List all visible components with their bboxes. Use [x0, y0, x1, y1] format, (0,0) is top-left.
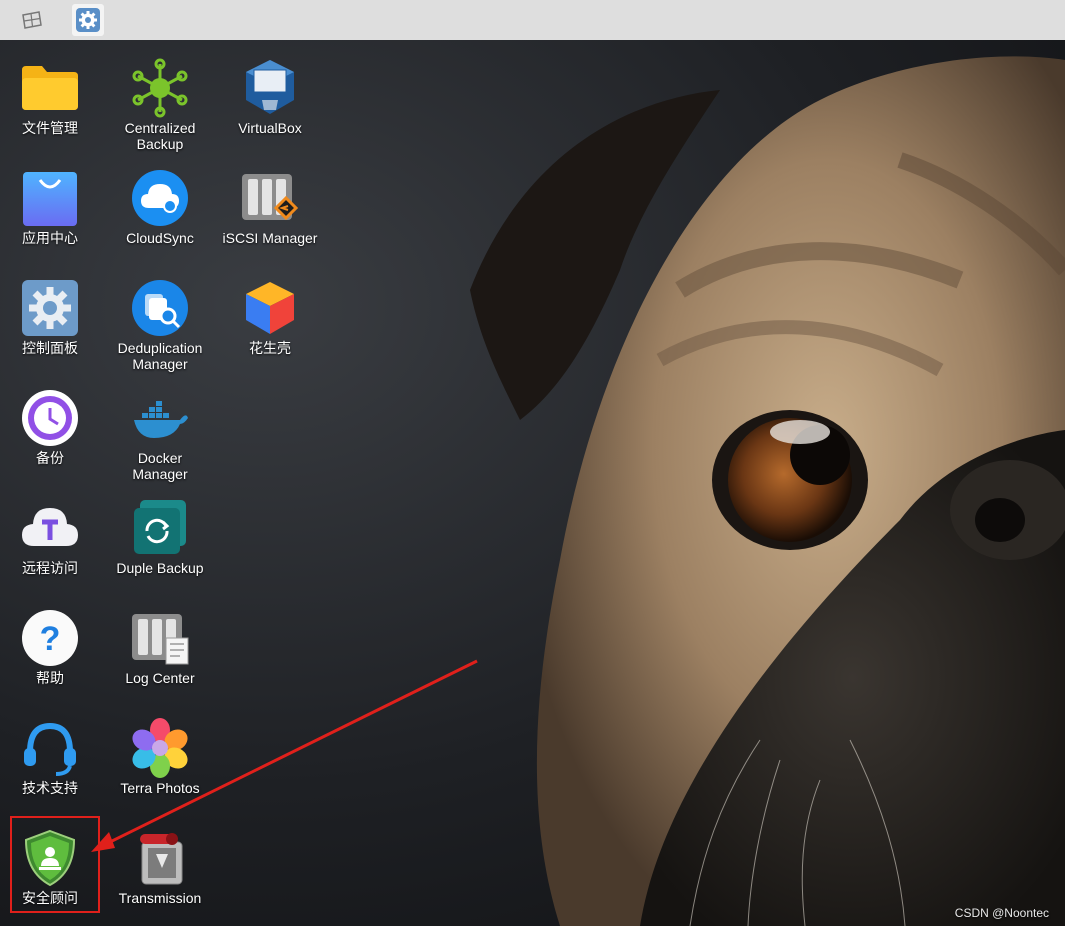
app-app-center[interactable]: 应用中心 [0, 156, 105, 260]
flower-icon [132, 718, 188, 778]
svg-text:?: ? [40, 620, 61, 658]
app-label: Deduplication Manager [117, 340, 203, 372]
peanut-cube-icon [246, 282, 294, 334]
cloud-sync-icon [132, 170, 188, 226]
app-label: 备份 [36, 450, 64, 466]
app-cloudsync[interactable]: CloudSync [105, 156, 215, 260]
app-label: 花生壳 [249, 340, 291, 356]
app-peanut-shell[interactable]: 花生壳 [215, 266, 325, 370]
app-duple-backup[interactable]: Duple Backup [105, 486, 215, 590]
app-docker-manager[interactable]: Docker Manager [105, 376, 215, 482]
app-label: VirtualBox [238, 120, 302, 136]
question-icon: ? [22, 610, 78, 666]
server-log-icon [132, 614, 189, 665]
app-deduplication-manager[interactable]: Deduplication Manager [105, 266, 215, 372]
control-panel-gear-icon [76, 8, 100, 32]
gear-icon [22, 280, 78, 336]
app-label: Duple Backup [116, 560, 204, 576]
app-label: 技术支持 [22, 780, 78, 796]
control-panel-taskbar-button[interactable] [72, 4, 104, 36]
app-help[interactable]: ? 帮助 [0, 596, 105, 700]
annotation-highlight-box [10, 816, 100, 913]
app-label: iSCSI Manager [222, 230, 318, 246]
app-centralized-backup[interactable]: Centralized Backup [105, 46, 215, 152]
duple-sync-icon [134, 500, 186, 554]
taskbar [0, 0, 1065, 41]
app-terra-photos[interactable]: Terra Photos [105, 706, 215, 810]
app-label: 控制面板 [22, 340, 78, 356]
docker-whale-icon [134, 401, 188, 438]
app-label: Docker Manager [132, 450, 188, 482]
cloud-t-icon [22, 508, 78, 546]
app-transmission[interactable]: Transmission [105, 816, 215, 920]
app-label: 应用中心 [22, 230, 78, 246]
app-file-manager[interactable]: 文件管理 [0, 46, 105, 150]
network-nodes-icon [132, 58, 188, 118]
app-label: 远程访问 [22, 560, 78, 576]
app-log-center[interactable]: Log Center [105, 596, 215, 700]
show-desktop-button[interactable] [16, 4, 48, 36]
app-label: Log Center [125, 670, 195, 686]
app-backup[interactable]: 备份 [0, 376, 105, 480]
app-label: Centralized Backup [124, 120, 196, 152]
app-label: 帮助 [36, 670, 64, 686]
app-virtualbox[interactable]: VirtualBox [215, 46, 325, 150]
app-control-panel[interactable]: 控制面板 [0, 266, 105, 370]
app-iscsi-manager[interactable]: iSCSI Manager [215, 156, 325, 260]
desktop: 文件管理 应用中心 控制面板 备份 远程访问 ? 帮助 技术支持 安全顾问 Ce… [0, 40, 1065, 926]
app-remote-access[interactable]: 远程访问 [0, 486, 105, 590]
dedup-search-icon [132, 280, 188, 336]
app-label: CloudSync [126, 230, 194, 246]
app-label: Terra Photos [120, 780, 200, 796]
watermark: CSDN @Noontec [954, 906, 1049, 920]
shopping-bag-icon [23, 172, 77, 226]
iscsi-server-icon [242, 174, 299, 221]
folder-icon [22, 66, 78, 110]
headset-icon [24, 722, 76, 776]
app-tech-support[interactable]: 技术支持 [0, 706, 105, 810]
show-desktop-icon [22, 11, 42, 29]
backup-clock-icon [22, 390, 78, 446]
app-label: Transmission [118, 890, 202, 906]
app-label: 文件管理 [22, 120, 78, 136]
virtualbox-cube-icon [246, 60, 294, 114]
transmission-icon [140, 833, 183, 885]
